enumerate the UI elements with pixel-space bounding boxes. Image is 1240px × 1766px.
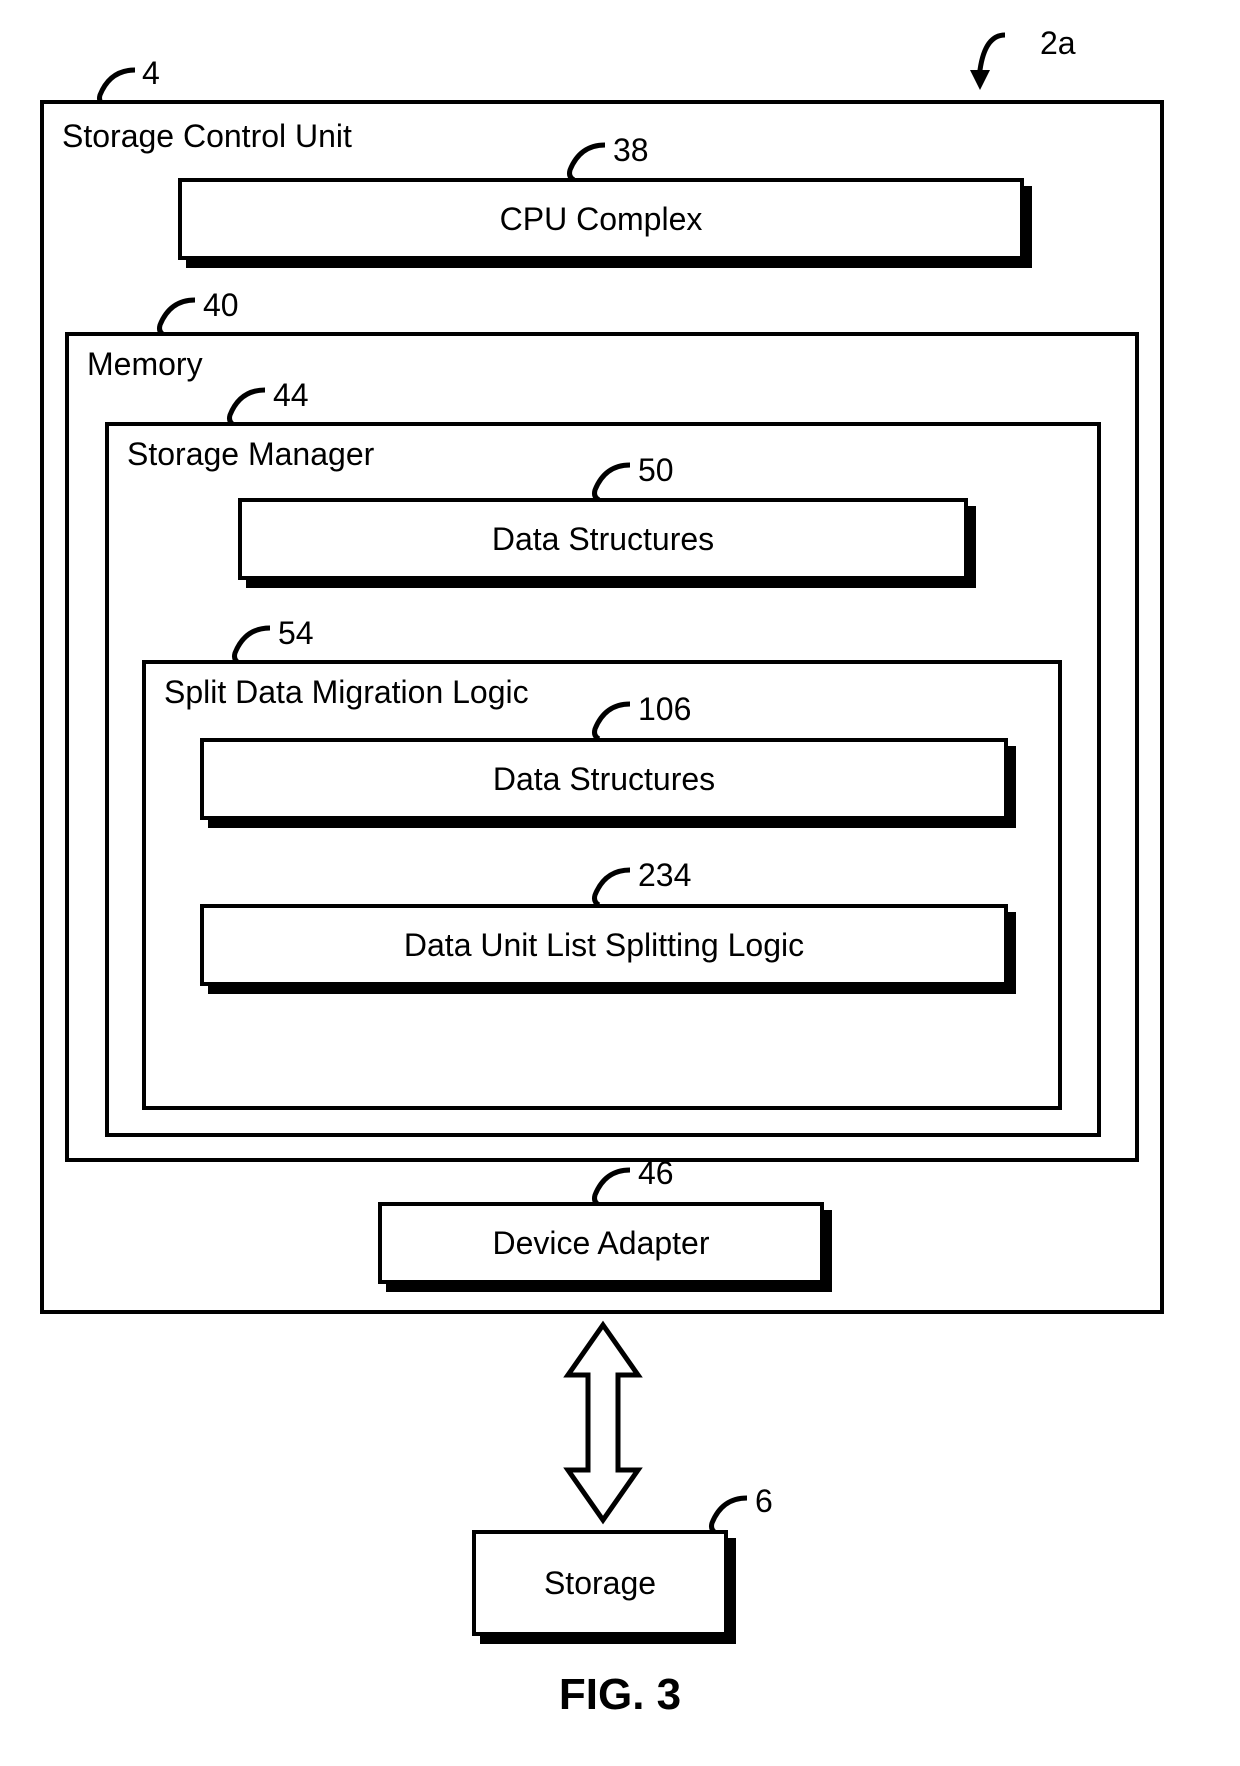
ref-hook-106 [575, 694, 645, 744]
ref-50: 50 [638, 452, 674, 489]
ref-106: 106 [638, 691, 691, 728]
ref-4: 4 [142, 55, 160, 92]
cpu-complex-box: CPU Complex [178, 178, 1024, 260]
ref-46: 46 [638, 1155, 674, 1192]
ref-38: 38 [613, 132, 649, 169]
data-unit-list-splitting-box: Data Unit List Splitting Logic [200, 904, 1008, 986]
memory-label: Memory [87, 346, 203, 383]
ref-54: 54 [278, 615, 314, 652]
device-adapter-box: Device Adapter [378, 1202, 824, 1284]
ref-2a: 2a [1040, 25, 1076, 62]
cpu-complex-label: CPU Complex [500, 201, 703, 238]
ref-44: 44 [273, 377, 309, 414]
ref-arrow-2a [955, 30, 1035, 100]
ref-6: 6 [755, 1483, 773, 1520]
double-arrow-icon [553, 1320, 653, 1530]
split-data-migration-logic-label: Split Data Migration Logic [164, 674, 529, 711]
storage-manager-label: Storage Manager [127, 436, 374, 473]
device-adapter-label: Device Adapter [492, 1225, 709, 1262]
ref-40: 40 [203, 287, 239, 324]
storage-box: Storage [472, 1530, 728, 1636]
data-structures-2-label: Data Structures [493, 761, 715, 798]
data-unit-list-splitting-label: Data Unit List Splitting Logic [404, 927, 804, 964]
ref-234: 234 [638, 857, 691, 894]
ref-hook-234 [575, 860, 645, 910]
data-structures-1-box: Data Structures [238, 498, 968, 580]
storage-control-unit-label: Storage Control Unit [62, 118, 352, 155]
data-structures-1-label: Data Structures [492, 521, 714, 558]
figure-caption: FIG. 3 [559, 1670, 681, 1720]
storage-label: Storage [544, 1565, 656, 1602]
data-structures-2-box: Data Structures [200, 738, 1008, 820]
